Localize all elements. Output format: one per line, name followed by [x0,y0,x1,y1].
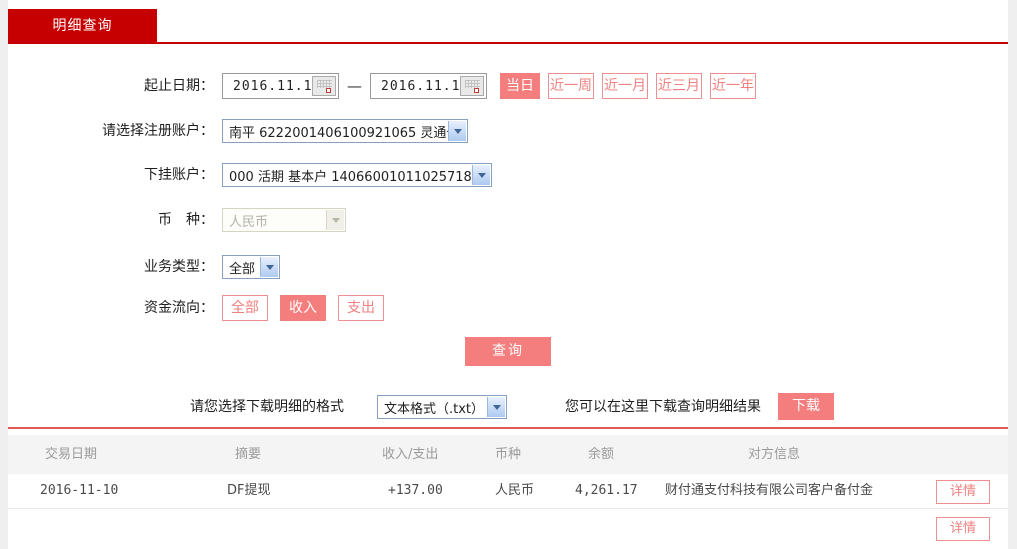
end-date-value: 2016.11.10 [371,79,469,94]
fund-flow-expense-button[interactable]: 支出 [338,295,384,321]
tab-underline [8,42,1008,44]
quick-range-today-button[interactable]: 当日 [500,73,540,99]
download-hint-text: 您可以在这里下载查询明细结果 [565,394,761,420]
fund-flow-all-button[interactable]: 全部 [222,295,268,321]
cell-summary: DF提现 [227,474,271,508]
download-format-value: 文本格式（.txt） [384,398,484,417]
col-header-summary: 摘要 [235,435,261,474]
cell-balance: 4,261.17 [575,474,638,508]
download-button[interactable]: 下载 [778,393,834,420]
fund-flow-row: 资金流向： 全部 收入 支出 [8,295,1008,321]
fund-flow-income-button[interactable]: 收入 [280,295,326,321]
registered-account-select[interactable]: 南平 6222001406100921065 灵通卡 [222,119,468,143]
calendar-icon[interactable] [460,76,484,96]
start-date-value: 2016.11.10 [223,79,321,94]
col-header-counterparty: 对方信息 [748,435,800,474]
currency-select: 人民币 [222,208,346,232]
end-date-input[interactable]: 2016.11.10 [370,73,487,99]
cell-currency: 人民币 [495,474,534,508]
col-header-balance: 余额 [588,435,614,474]
business-type-row: 业务类型： 全部 [8,254,1008,280]
registered-account-value: 南平 6222001406100921065 灵通卡 [229,122,459,141]
quick-range-week-button[interactable]: 近一周 [548,73,594,99]
table-row-partial: 详情 [8,509,1008,549]
chevron-down-icon[interactable] [260,257,278,277]
business-type-value: 全部 [229,258,255,277]
calendar-glyph-icon [317,80,332,93]
sub-account-value: 000 活期 基本户 1406600101102571848 [229,166,488,185]
detail-button[interactable]: 详情 [936,480,990,504]
sub-account-select[interactable]: 000 活期 基本户 1406600101102571848 [222,163,492,187]
quick-range-3month-button[interactable]: 近三月 [656,73,702,99]
calendar-glyph-icon [465,80,480,93]
start-date-input[interactable]: 2016.11.10 [222,73,339,99]
table-header: 交易日期 摘要 收入/支出 币种 余额 对方信息 [8,435,1008,474]
tab-detail-query[interactable]: 明细查询 [8,9,157,44]
date-range-row: 起止日期： 2016.11.10 — 2016.11.10 当日 近一周 近一月… [8,73,1008,99]
sub-account-row: 下挂账户： 000 活期 基本户 1406600101102571848 [8,162,1008,188]
currency-label: 币 种： [8,207,214,233]
fund-flow-label: 资金流向： [8,295,214,321]
registered-account-label: 请选择注册账户： [8,118,214,144]
date-separator: — [347,77,362,95]
table-top-divider [8,427,1008,429]
cell-amount: +137.00 [388,474,443,508]
col-header-date: 交易日期 [45,435,97,474]
main-panel: 明细查询 起止日期： 2016.11.10 — 2016.11.10 当日 近一… [8,0,1008,521]
business-type-label: 业务类型： [8,254,214,280]
calendar-icon[interactable] [312,76,336,96]
business-type-select[interactable]: 全部 [222,255,280,279]
quick-range-year-button[interactable]: 近一年 [710,73,756,99]
table-row: 2016-11-10 DF提现 +137.00 人民币 4,261.17 财付通… [8,474,1008,509]
sub-account-label: 下挂账户： [8,162,214,188]
quick-range-month-button[interactable]: 近一月 [602,73,648,99]
download-format-select[interactable]: 文本格式（.txt） [377,395,507,419]
col-header-currency: 币种 [495,435,521,474]
currency-value: 人民币 [229,211,268,230]
query-button[interactable]: 查询 [465,337,551,366]
chevron-down-icon[interactable] [487,397,505,417]
chevron-down-icon[interactable] [448,121,466,141]
date-range-label: 起止日期： [8,73,214,99]
col-header-amount: 收入/支出 [382,435,438,474]
chevron-down-icon [326,210,344,230]
chevron-down-icon[interactable] [472,165,490,185]
currency-row: 币 种： 人民币 [8,207,1008,233]
cell-date: 2016-11-10 [40,474,118,508]
download-format-label: 请您选择下载明细的格式 [190,394,344,420]
cell-counterparty: 财付通支付科技有限公司客户备付金 [665,474,873,508]
registered-account-row: 请选择注册账户： 南平 6222001406100921065 灵通卡 [8,118,1008,144]
